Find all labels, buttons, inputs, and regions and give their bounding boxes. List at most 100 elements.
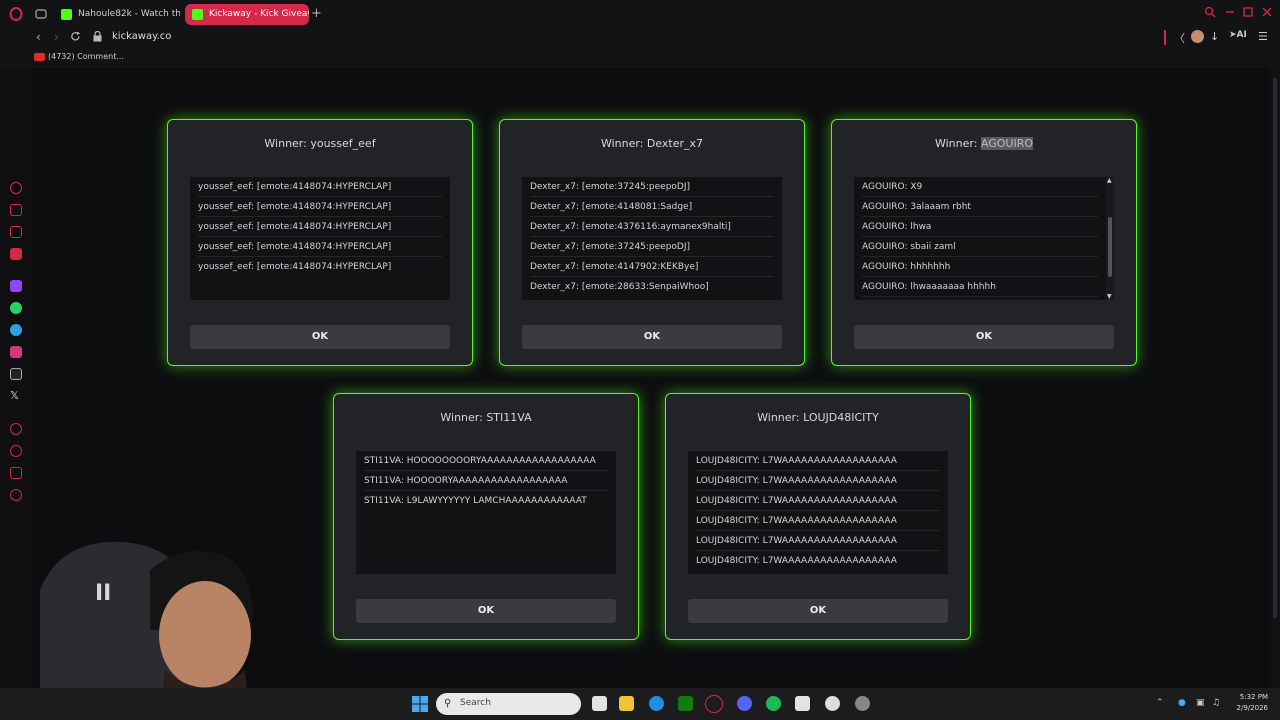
winner-modal: Winner: youssef_eef youssef_eef: [emote:… (167, 119, 473, 366)
back-button[interactable]: ‹ (36, 30, 41, 44)
ok-button[interactable]: OK (854, 325, 1114, 349)
games-icon[interactable] (10, 226, 22, 238)
winner-name: youssef_eef (310, 137, 376, 150)
pinboard-icon[interactable] (10, 467, 22, 479)
list-item: Dexter_x7: [emote:37245:peepoDJ] (530, 177, 774, 197)
telegram-icon[interactable] (10, 324, 22, 336)
winner-name-selected[interactable]: AGOUIRO (980, 137, 1034, 150)
winner-name: STI11VA (486, 411, 532, 424)
page-scrollbar[interactable] (1270, 68, 1280, 688)
mic-icon[interactable]: ● (1178, 698, 1186, 708)
discord-icon[interactable] (737, 696, 752, 711)
winner-title: Winner: Dexter_x7 (500, 137, 804, 150)
clock-time: 5:32 PM (1239, 693, 1268, 701)
scroll-down-icon[interactable]: ▼ (1107, 293, 1112, 300)
message-list[interactable]: LOUJD48ICITY: L7WAAAAAAAAAAAAAAAAAA LOUJ… (688, 451, 948, 574)
list-item: LOUJD48ICITY: L7WAAAAAAAAAAAAAAAAAA (696, 556, 897, 566)
spotify-icon[interactable] (766, 696, 781, 711)
message-list[interactable]: AGOUIRO: X9 AGOUIRO: 3alaaam rbht AGOUIR… (854, 177, 1114, 300)
system-clock[interactable]: 5:32 PM 2/9/2026 (1228, 692, 1268, 714)
taskbar-search[interactable]: ⚲ Search (436, 693, 581, 715)
list-item: STI11VA: L9LAWYYYYYY LAMCHAAAAAAAAAAAAT (364, 496, 587, 506)
list-item: youssef_eef: [emote:4148074:HYPERCLAP] (198, 217, 442, 237)
message-list[interactable]: Dexter_x7: [emote:37245:peepoDJ] Dexter_… (522, 177, 782, 300)
bookmark-label: (4732) Comment... (48, 52, 124, 61)
winner-title: Winner: STI11VA (334, 411, 638, 424)
shopping-icon[interactable] (10, 204, 22, 216)
player-icon[interactable] (10, 423, 22, 435)
ok-button[interactable]: OK (190, 325, 450, 349)
volume-icon[interactable]: ♫ (1212, 698, 1220, 708)
tray-chevron-icon[interactable]: ⌃ (1156, 698, 1164, 708)
windows-start-icon[interactable] (412, 696, 428, 712)
task-view-icon[interactable] (592, 696, 607, 711)
search-icon: ⚲ (444, 698, 452, 709)
edge-icon[interactable] (649, 696, 664, 711)
kick-favicon-icon (192, 9, 203, 20)
news-icon[interactable] (10, 248, 22, 260)
obs-icon[interactable] (825, 696, 840, 711)
x-twitter-icon[interactable]: 𝕏 (10, 389, 19, 402)
winner-modal: Winner: AGOUIRO AGOUIRO: X9 AGOUIRO: 3al… (831, 119, 1137, 366)
tab-overview-icon[interactable] (35, 9, 47, 19)
winner-name: LOUJD48ICITY (803, 411, 879, 424)
settings-icon[interactable] (10, 489, 22, 501)
tab-kickaway[interactable]: Kickaway - Kick Giveaway (185, 4, 309, 25)
capcut-icon[interactable] (795, 696, 810, 711)
taskbar: ⚲ Search ⌃ ● ▣ ♫ 5:32 PM 2/9/2026 (0, 688, 1280, 720)
message-list[interactable]: STI11VA: HOOOOOOOORYAAAAAAAAAAAAAAAAAA S… (356, 451, 616, 574)
title-prefix: Winner: (757, 411, 804, 424)
ok-button[interactable]: OK (522, 325, 782, 349)
forward-button[interactable]: › (54, 30, 59, 44)
list-item: STI11VA: HOOOOOOOORYAAAAAAAAAAAAAAAAAA (364, 451, 608, 471)
search-placeholder: Search (460, 698, 491, 708)
file-explorer-icon[interactable] (619, 696, 634, 711)
list-scrollbar[interactable]: ▲ ▼ (1106, 177, 1114, 300)
list-item: STI11VA: HOOOORYAAAAAAAAAAAAAAAAAA (364, 471, 608, 491)
ok-button[interactable]: OK (688, 599, 948, 623)
network-icon[interactable]: ▣ (1196, 698, 1205, 708)
chair-logo-icon: II (95, 581, 111, 606)
scroll-up-icon[interactable]: ▲ (1107, 177, 1112, 184)
twitch-icon[interactable] (10, 280, 22, 292)
scrollbar-thumb[interactable] (1108, 217, 1112, 277)
url-field[interactable]: kickaway.co (112, 31, 171, 42)
list-item: AGOUIRO: lhwa (862, 217, 1098, 237)
youtube-icon (34, 53, 45, 61)
list-item: AGOUIRO: sbaii zaml (862, 237, 1098, 257)
list-item: LOUJD48ICITY: L7WAAAAAAAAAAAAAAAAAA (696, 471, 940, 491)
bookmark-youtube-comments[interactable]: (4732) Comment... (34, 52, 124, 61)
list-item: AGOUIRO: hhhhhhh (862, 257, 1098, 277)
search-tabs-icon[interactable] (1204, 6, 1216, 18)
tiktok-icon[interactable] (10, 368, 22, 380)
scrollbar-thumb[interactable] (1273, 78, 1277, 618)
app-icon[interactable] (855, 696, 870, 711)
title-prefix: Winner: (934, 137, 981, 150)
reload-icon[interactable] (70, 31, 81, 42)
aria-ai-button[interactable]: ➤AI (1229, 30, 1247, 40)
list-item: AGOUIRO: 3alaaam rbht (862, 197, 1098, 217)
list-item: youssef_eef: [emote:4148074:HYPERCLAP] (198, 262, 392, 272)
avatar[interactable] (1191, 30, 1204, 43)
winner-title: Winner: AGOUIRO (832, 137, 1136, 150)
close-window-icon[interactable] (1261, 6, 1273, 18)
tab-nahoule[interactable]: Nahoule82k - Watch the V (54, 4, 180, 25)
xbox-icon[interactable] (678, 696, 693, 711)
message-list[interactable]: youssef_eef: [emote:4148074:HYPERCLAP] y… (190, 177, 450, 300)
new-tab-button[interactable]: + (311, 6, 322, 21)
extensions-icon[interactable]: 〈 (1174, 30, 1185, 46)
list-item: youssef_eef: [emote:4148074:HYPERCLAP] (198, 177, 442, 197)
instagram-icon[interactable] (10, 346, 22, 358)
history-icon[interactable] (10, 445, 22, 457)
list-item: LOUJD48ICITY: L7WAAAAAAAAAAAAAAAAAA (696, 451, 940, 471)
aria-icon[interactable] (10, 182, 22, 194)
list-item: Dexter_x7: [emote:37245:peepoDJ] (530, 237, 774, 257)
minimize-icon[interactable] (1224, 6, 1236, 18)
ok-button[interactable]: OK (356, 599, 616, 623)
whatsapp-icon[interactable] (10, 302, 22, 314)
maximize-icon[interactable] (1242, 6, 1254, 18)
opera-taskbar-icon[interactable] (705, 695, 723, 713)
menu-icon[interactable]: ☰ (1258, 30, 1268, 43)
opera-logo-icon[interactable] (9, 7, 23, 21)
download-icon[interactable]: ↓ (1210, 30, 1219, 43)
